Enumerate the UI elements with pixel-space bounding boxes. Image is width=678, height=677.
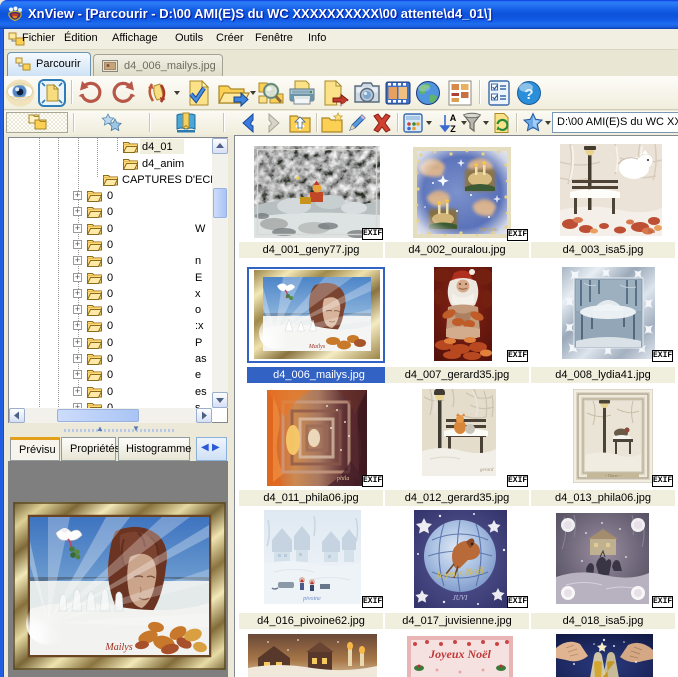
- svg-text:ouralou: ouralou: [479, 227, 498, 233]
- svg-text:A: A: [450, 113, 457, 123]
- svg-text:Joyeux Noël: Joyeux Noël: [428, 647, 491, 661]
- svg-text:gerard: gerard: [480, 468, 494, 473]
- svg-text:Z: Z: [450, 124, 456, 134]
- svg-text:phila: phila: [336, 476, 349, 482]
- svg-text:Isa: Isa: [648, 229, 655, 235]
- svg-text:?: ?: [524, 86, 533, 103]
- svg-text:pivoine: pivoine: [302, 596, 321, 602]
- svg-text:Mailys: Mailys: [104, 642, 132, 653]
- svg-text:~ l'hiver ~: ~ l'hiver ~: [605, 473, 622, 478]
- svg-text:JUVI: JUVI: [453, 594, 468, 602]
- svg-text:Mailys: Mailys: [308, 344, 326, 350]
